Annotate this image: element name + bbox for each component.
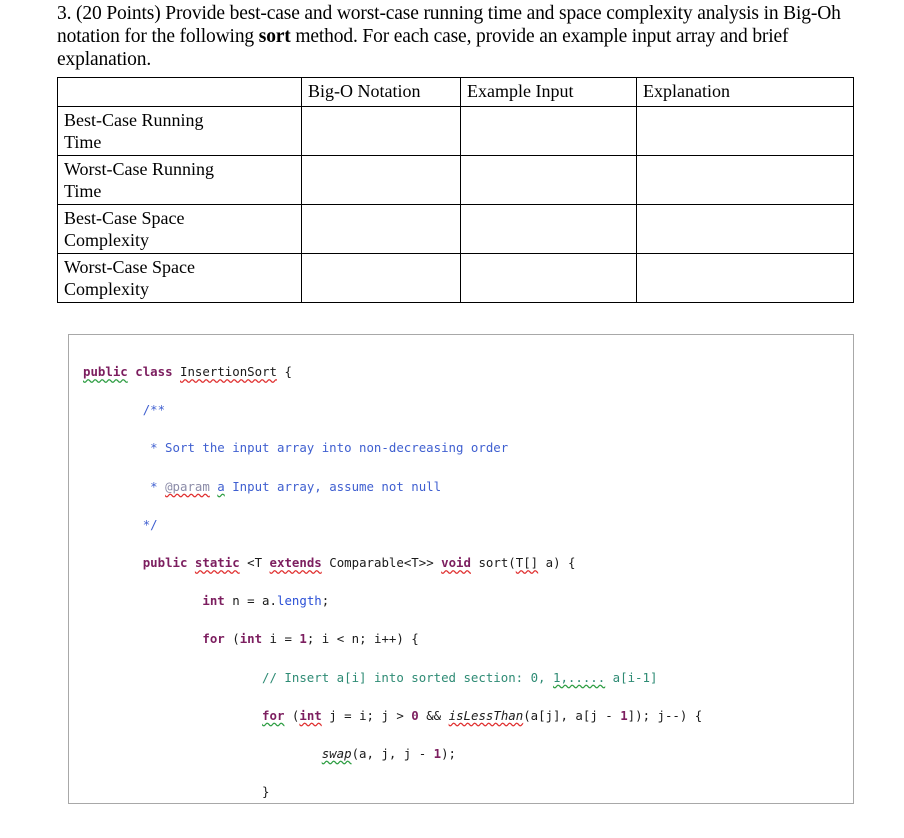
code-line: * Sort the input array into non-decreasi…: [150, 440, 509, 456]
cell-input-worst-space[interactable]: [460, 253, 637, 303]
cell-big-o-best-space[interactable]: [301, 204, 461, 254]
cell-input-best-running[interactable]: [460, 106, 637, 156]
cell-big-o-worst-space[interactable]: [301, 253, 461, 303]
code-line: public static <T extends Comparable<T>> …: [142, 555, 576, 571]
row-label-worst-case-running-time: Worst-Case Running Time: [57, 155, 302, 205]
header-explanation: Explanation: [636, 77, 854, 107]
header-blank-corner: [57, 77, 302, 107]
cell-input-worst-running[interactable]: [460, 155, 637, 205]
row-label-best-case-space-complexity: Best-Case Space Complexity: [57, 204, 302, 254]
cell-big-o-worst-running[interactable]: [301, 155, 461, 205]
row-label-text: Worst-Case Space Complexity: [64, 257, 196, 299]
row-label-worst-case-space-complexity: Worst-Case Space Complexity: [57, 253, 302, 303]
cell-expl-best-running[interactable]: [636, 106, 854, 156]
question-bold-word: sort: [258, 26, 291, 48]
code-line: public class InsertionSort {: [83, 364, 292, 380]
cell-big-o-best-running[interactable]: [301, 106, 461, 156]
table-header-row: Big-O Notation Example Input Explanation: [57, 77, 854, 107]
code-line: // Insert a[i] into sorted section: 0, 1…: [262, 669, 658, 685]
code-line: swap(a, j, j - 1);: [321, 745, 457, 761]
table-row: Worst-Case Space Complexity: [57, 253, 854, 303]
table-row: Best-Case Space Complexity: [57, 204, 854, 254]
cell-expl-worst-space[interactable]: [636, 253, 854, 303]
code-line: int n = a.length;: [202, 593, 330, 609]
code-listing-card: public class InsertionSort { /** * Sort …: [68, 334, 854, 804]
row-label-best-case-running-time: Best-Case Running Time: [57, 106, 302, 156]
code-line: /**: [142, 402, 166, 418]
code-line: }: [262, 784, 270, 800]
table-row: Best-Case Running Time: [57, 106, 854, 156]
code-listing-body: public class InsertionSort { /** * Sort …: [69, 335, 853, 803]
question-prompt: 3. (20 Points) Provide best-case and wor…: [57, 2, 852, 72]
complexity-analysis-table: Big-O Notation Example Input Explanation…: [57, 77, 854, 303]
cell-input-best-space[interactable]: [460, 204, 637, 254]
table-row: Worst-Case Running Time: [57, 155, 854, 205]
cell-expl-best-space[interactable]: [636, 204, 854, 254]
header-example-input: Example Input: [460, 77, 637, 107]
row-label-text: Worst-Case Running Time: [64, 159, 215, 201]
code-line: for (int j = i; j > 0 && isLessThan(a[j]…: [262, 707, 703, 723]
header-big-o-notation: Big-O Notation: [301, 77, 461, 107]
code-line: for (int i = 1; i < n; i++) {: [202, 631, 419, 647]
code-line: */: [142, 516, 158, 532]
code-line: * @param a Input array, assume not null: [150, 478, 442, 494]
worksheet-page: 3. (20 Points) Provide best-case and wor…: [0, 0, 904, 838]
cell-expl-worst-running[interactable]: [636, 155, 854, 205]
row-label-text: Best-Case Running Time: [64, 110, 204, 152]
row-label-text: Best-Case Space Complexity: [64, 208, 185, 250]
